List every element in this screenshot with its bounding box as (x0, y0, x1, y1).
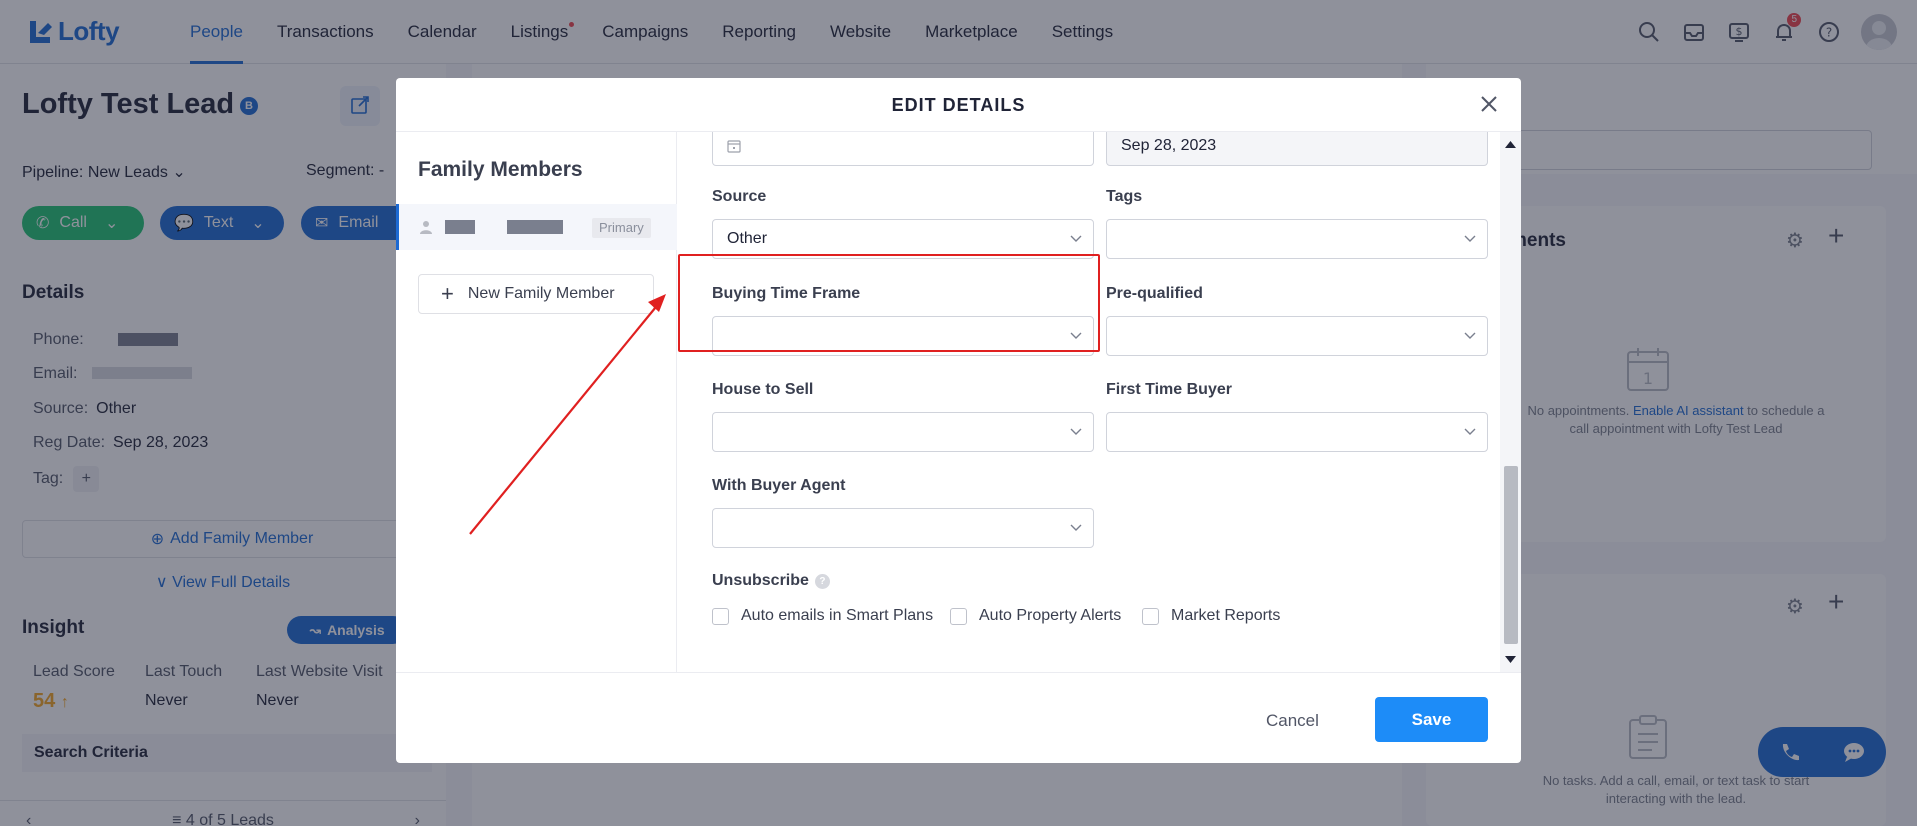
help-icon[interactable]: ? (814, 574, 830, 589)
checkbox-box[interactable] (712, 607, 729, 625)
with-buyer-agent-label: With Buyer Agent (712, 477, 846, 494)
chevron-down-icon (1464, 235, 1476, 242)
scroll-up-icon[interactable] (1505, 140, 1516, 148)
reg-date-field: Sep 28, 2023 (1106, 132, 1488, 166)
source-value: Other (727, 230, 768, 247)
source-highlight-box (678, 254, 1100, 352)
unsubscribe-label: Unsubscribe (712, 572, 809, 589)
source-select[interactable]: Other (712, 219, 1094, 259)
scroll-thumb[interactable] (1504, 466, 1518, 644)
date-field[interactable] (712, 132, 1094, 166)
edit-form: Sep 28, 2023 Source Other Tags Buying Ti… (678, 132, 1500, 672)
plus-icon: + (441, 281, 454, 306)
form-scrollbar[interactable] (1500, 132, 1521, 672)
auto-property-alerts-checkbox[interactable]: Auto Property Alerts (950, 607, 1121, 625)
auto-emails-checkbox[interactable]: Auto emails in Smart Plans (712, 607, 933, 625)
new-family-label: New Family Member (467, 285, 615, 302)
family-member-item[interactable]: Primary (396, 204, 677, 250)
house-to-sell-label: House to Sell (712, 381, 814, 398)
cancel-button[interactable]: Cancel (1266, 701, 1319, 741)
family-members-title: Family Members (418, 158, 583, 181)
market-reports-checkbox[interactable]: Market Reports (1142, 607, 1280, 625)
edit-details-modal: EDIT DETAILS Family Members Primary + New… (396, 78, 1521, 763)
tags-select[interactable] (1106, 219, 1488, 259)
user-icon (420, 221, 432, 234)
first-time-buyer-select[interactable] (1106, 412, 1488, 452)
new-family-member-button[interactable]: + New Family Member (418, 274, 654, 314)
pre-qualified-select[interactable] (1106, 316, 1488, 356)
unsubscribe-heading: Unsubscribe? (712, 572, 830, 590)
modal-footer: Cancel Save (396, 672, 1521, 763)
with-buyer-agent-select[interactable] (712, 508, 1094, 548)
chevron-down-icon (1070, 428, 1082, 435)
redacted-last-name (507, 220, 563, 234)
auto-property-alerts-label: Auto Property Alerts (979, 607, 1122, 624)
pre-qualified-label: Pre-qualified (1106, 285, 1203, 302)
chevron-down-icon (1464, 332, 1476, 339)
checkbox-box[interactable] (950, 607, 967, 625)
redacted-first-name (445, 220, 475, 234)
house-to-sell-select[interactable] (712, 412, 1094, 452)
chevron-down-icon (1464, 428, 1476, 435)
market-reports-label: Market Reports (1171, 607, 1281, 624)
tags-label: Tags (1106, 188, 1143, 205)
family-members-column: Family Members Primary + New Family Membe… (396, 132, 677, 672)
source-label: Source (712, 188, 767, 205)
auto-emails-label: Auto emails in Smart Plans (741, 607, 934, 624)
calendar-icon (727, 140, 741, 153)
primary-tag: Primary (592, 218, 651, 238)
scroll-down-icon[interactable] (1505, 656, 1516, 664)
close-icon[interactable] (1477, 92, 1501, 116)
checkbox-box[interactable] (1142, 607, 1159, 625)
chevron-down-icon (1070, 524, 1082, 531)
modal-title: EDIT DETAILS (396, 78, 1521, 132)
save-button[interactable]: Save (1375, 697, 1488, 742)
chevron-down-icon (1070, 235, 1082, 242)
first-time-buyer-label: First Time Buyer (1106, 381, 1232, 398)
